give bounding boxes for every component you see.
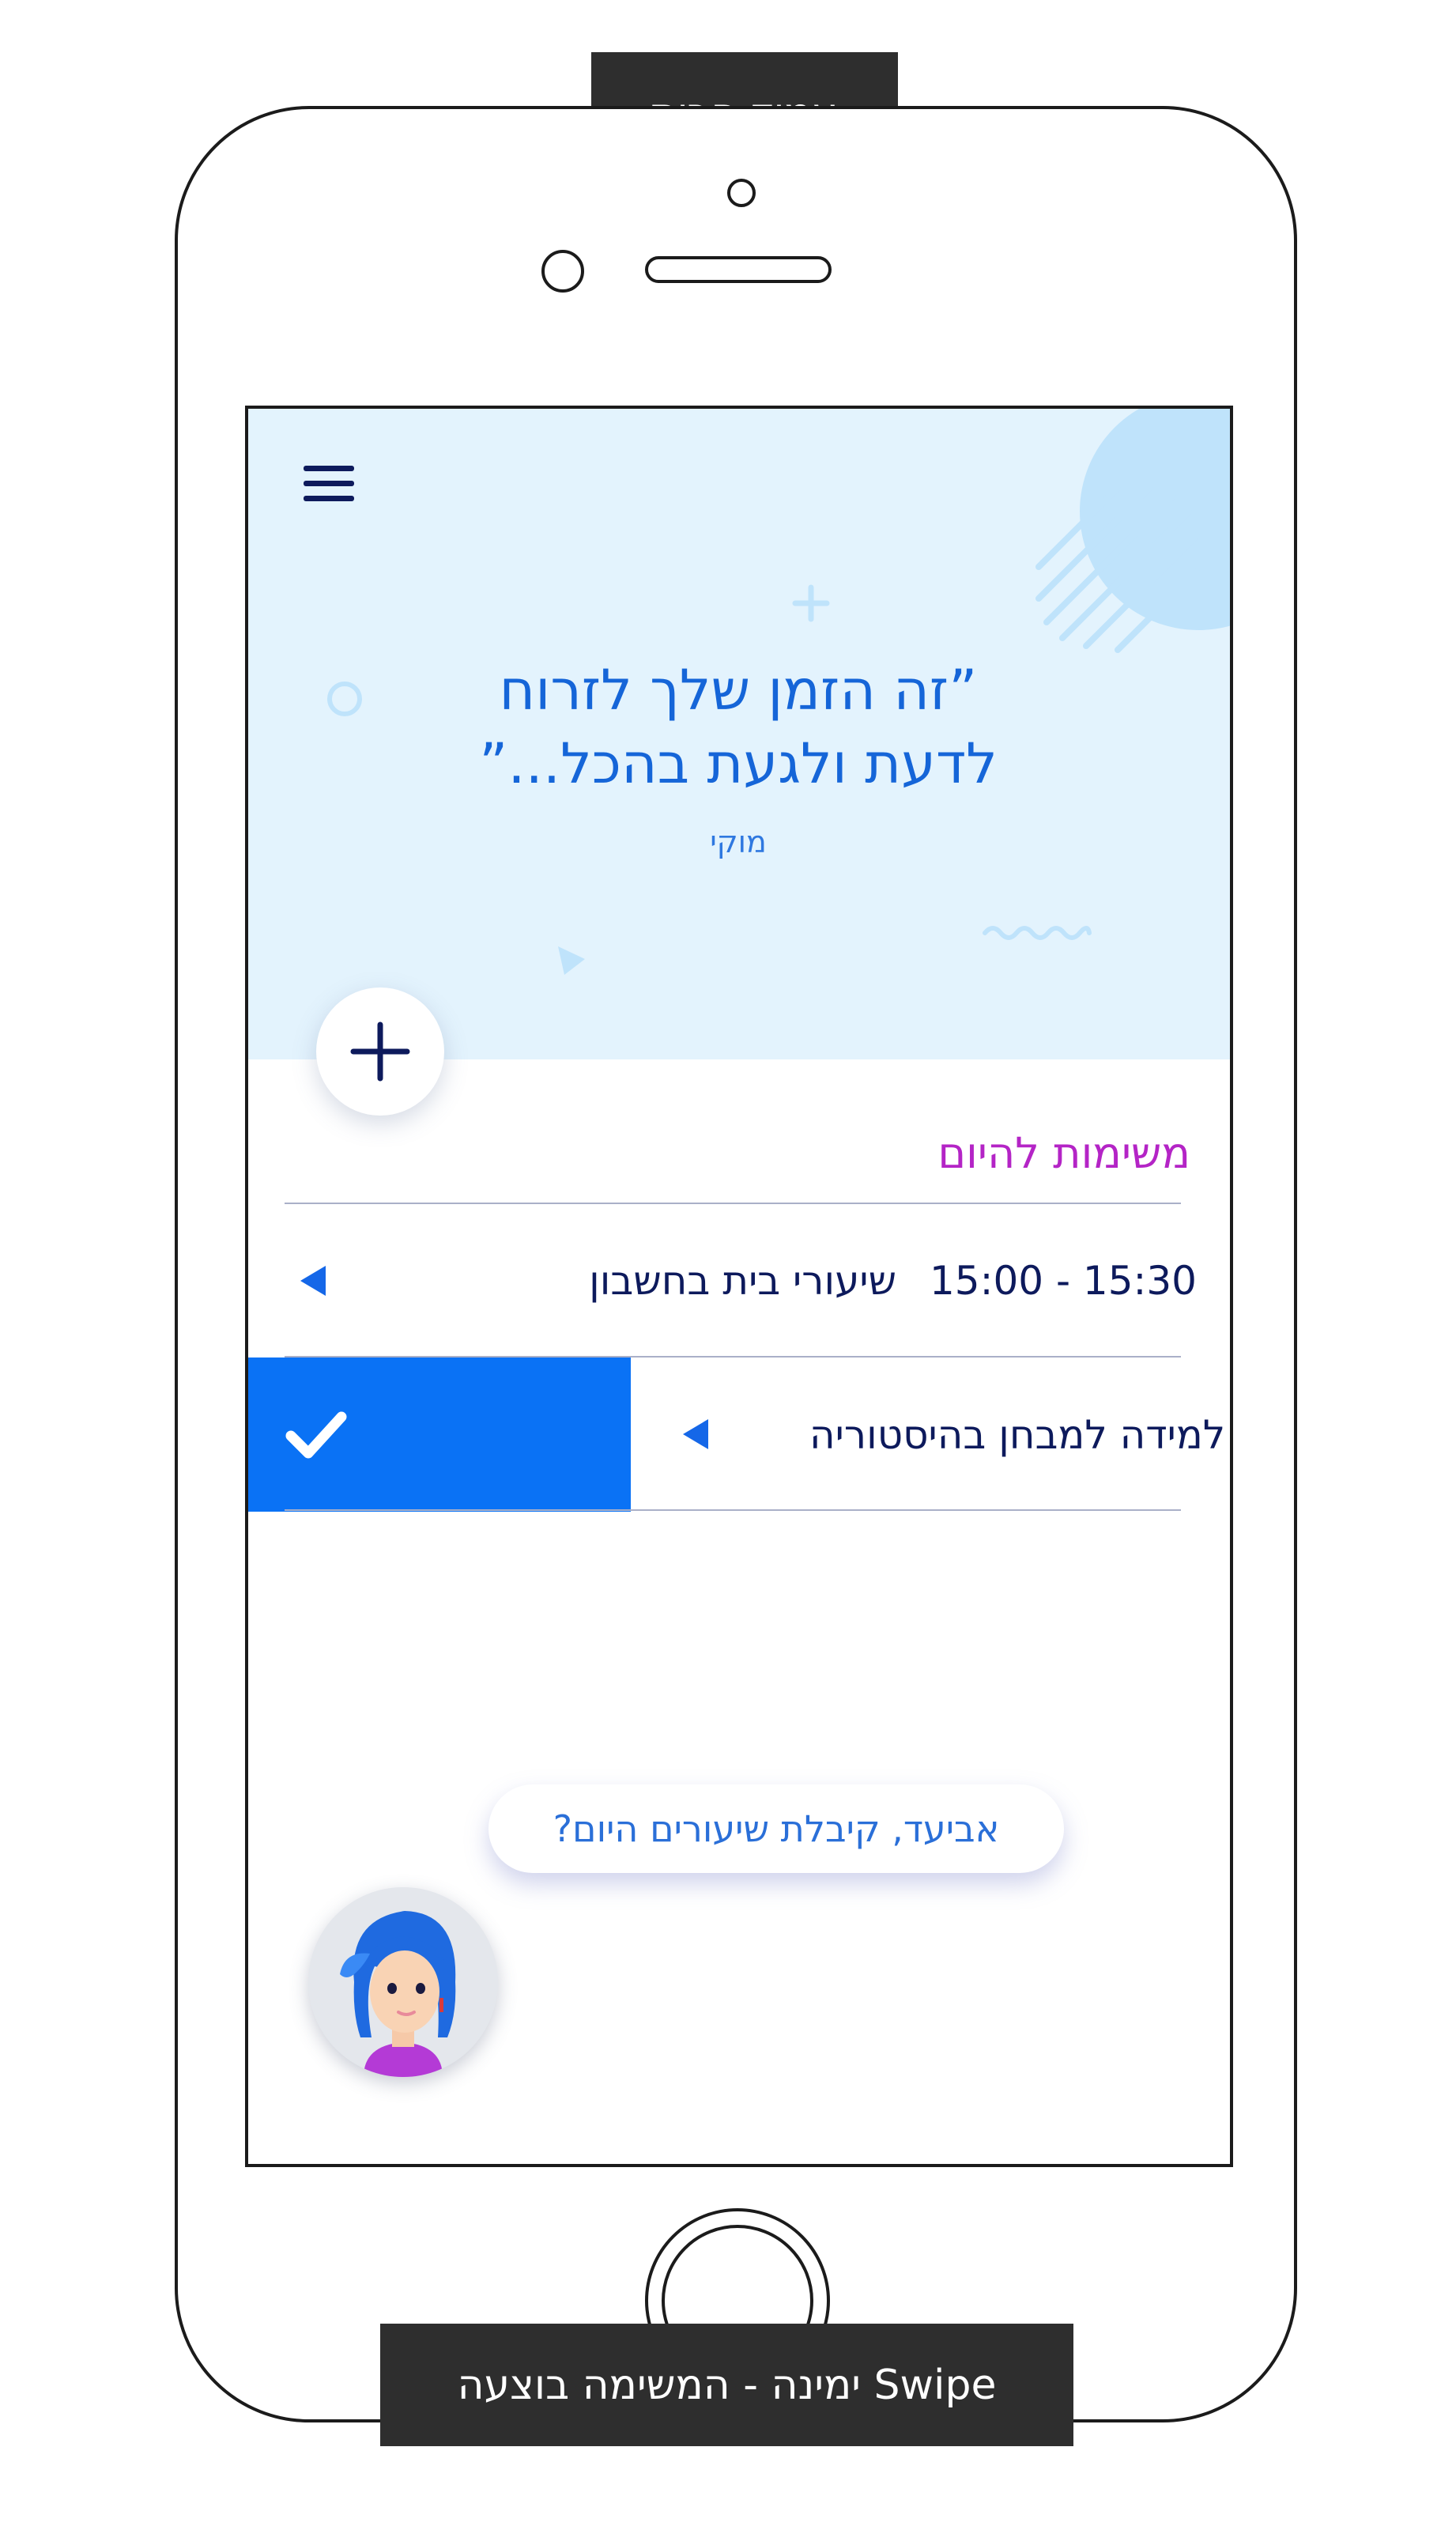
decor-stripes xyxy=(1035,485,1200,653)
decor-plus-icon xyxy=(792,584,830,622)
decor-wave xyxy=(983,926,1092,940)
task-row-swiped[interactable]: למידה למבחן בהיסטוריה xyxy=(631,1358,1230,1512)
quote-author: מוקי xyxy=(710,825,767,859)
tasks-section-title: משימות להיום xyxy=(937,1128,1190,1178)
assistant-message-bubble[interactable]: אביעד, קיבלת שיעורים היום? xyxy=(488,1784,1064,1873)
camera-icon xyxy=(727,179,756,207)
quote-line-1: ”זה הזמן שלך לזרוח xyxy=(499,658,978,723)
decor-triangle xyxy=(558,946,585,975)
divider xyxy=(285,1203,1181,1204)
quote-line-2: לדעת ולגעת בהכל...” xyxy=(479,731,998,796)
menu-icon[interactable] xyxy=(304,466,359,513)
motivational-quote: ”זה הזמן שלך לזרוח לדעת ולגעת בהכל...” xyxy=(390,654,1086,801)
chevron-left-icon[interactable] xyxy=(300,1266,326,1296)
decor-ring xyxy=(327,682,362,716)
chevron-left-icon[interactable] xyxy=(683,1419,708,1449)
app-screen: ”זה הזמן שלך לזרוח לדעת ולגעת בהכל...” מ… xyxy=(245,406,1233,2167)
task-row[interactable]: 15:00 - 15:30 שיעורי בית בחשבון xyxy=(248,1206,1230,1356)
task-done-action[interactable] xyxy=(248,1358,631,1512)
front-camera-icon xyxy=(541,250,584,293)
hero-header: ”זה הזמן שלך לזרוח לדעת ולגעת בהכל...” מ… xyxy=(248,409,1230,1059)
gesture-caption-label: Swipe ימינה - המשימה בוצעה xyxy=(380,2324,1073,2446)
plus-icon xyxy=(350,1021,410,1082)
task-title: למידה למבחן בהיסטוריה xyxy=(809,1411,1226,1458)
add-task-button[interactable] xyxy=(316,987,444,1116)
task-title: שיעורי בית בחשבון xyxy=(589,1258,896,1304)
check-icon xyxy=(285,1411,347,1458)
speaker-icon xyxy=(645,256,832,283)
assistant-avatar[interactable] xyxy=(308,1887,498,2077)
task-time: 15:00 - 15:30 xyxy=(929,1258,1197,1304)
divider xyxy=(285,1509,1181,1511)
assistant-message: אביעד, קיבלת שיעורים היום? xyxy=(553,1807,1000,1850)
avatar-illustration xyxy=(340,1911,456,2077)
